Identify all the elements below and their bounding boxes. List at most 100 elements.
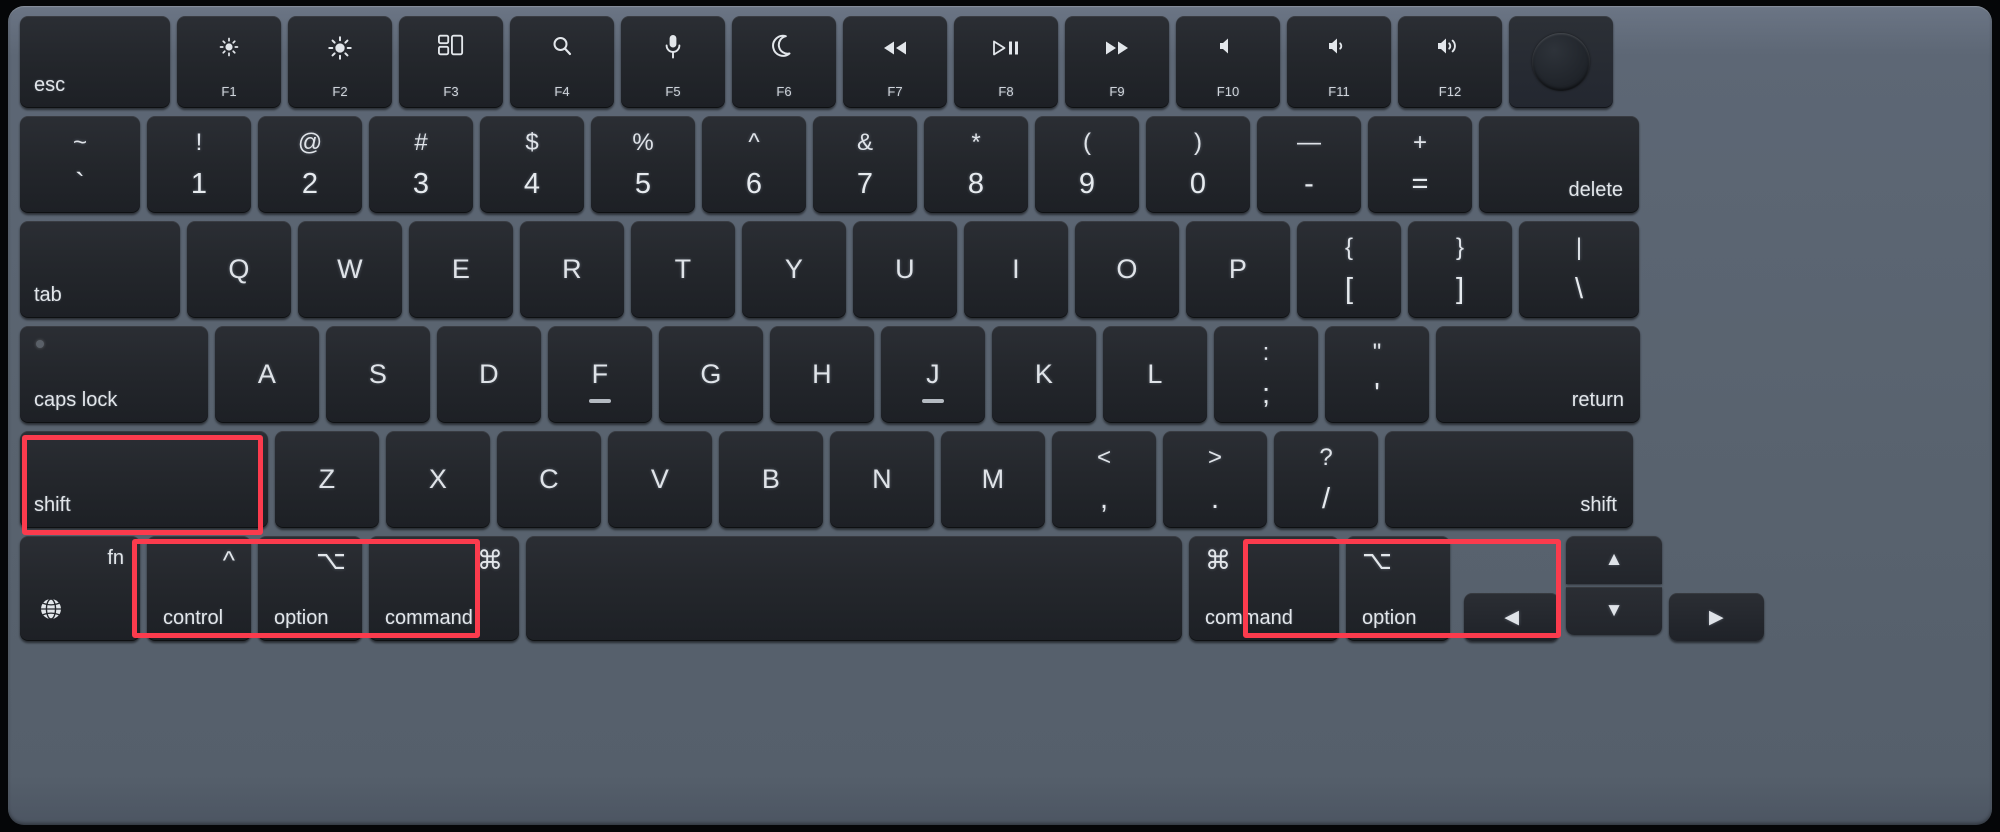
mute-icon <box>1176 34 1280 60</box>
key-3[interactable]: # 3 <box>369 116 473 213</box>
key-9[interactable]: ( 9 <box>1035 116 1139 213</box>
key-quote-shifted: " <box>1372 339 1382 366</box>
key-shift-right[interactable]: shift <box>1385 431 1633 528</box>
key-shift-left[interactable]: shift <box>20 431 268 528</box>
key-f9[interactable]: F9 <box>1065 16 1169 108</box>
key-v[interactable]: V <box>608 431 712 528</box>
key-f2[interactable]: F2 <box>288 16 392 108</box>
key-equals[interactable]: + = <box>1368 116 1472 213</box>
key-w[interactable]: W <box>298 221 402 318</box>
key-g[interactable]: G <box>659 326 763 423</box>
key-1-base: 1 <box>190 168 208 200</box>
key-1-shifted: ! <box>195 129 203 156</box>
key-f5[interactable]: F5 <box>621 16 725 108</box>
key-backslash[interactable]: | \ <box>1519 221 1639 318</box>
key-delete[interactable]: delete <box>1479 116 1639 213</box>
key-s[interactable]: S <box>326 326 430 423</box>
key-arrow-down[interactable]: ▼ <box>1566 587 1662 635</box>
key-esc[interactable]: esc <box>20 16 170 108</box>
key-p[interactable]: P <box>1186 221 1290 318</box>
arrow-down-icon: ▼ <box>1604 600 1624 621</box>
key-l[interactable]: L <box>1103 326 1207 423</box>
key-i[interactable]: I <box>964 221 1068 318</box>
key-f3[interactable]: F3 <box>399 16 503 108</box>
key-f8[interactable]: F8 <box>954 16 1058 108</box>
key-5[interactable]: % 5 <box>591 116 695 213</box>
key-slash[interactable]: ? / <box>1274 431 1378 528</box>
key-command-left[interactable]: ⌘ command <box>369 536 519 641</box>
mission-control-icon <box>399 34 503 60</box>
key-v-label: V <box>650 464 670 494</box>
key-c[interactable]: C <box>497 431 601 528</box>
key-x[interactable]: X <box>386 431 490 528</box>
key-space[interactable] <box>526 536 1182 641</box>
key-y[interactable]: Y <box>742 221 846 318</box>
key-0[interactable]: ) 0 <box>1146 116 1250 213</box>
key-comma[interactable]: < , <box>1052 431 1156 528</box>
key-arrow-left[interactable]: ◀ <box>1464 593 1560 641</box>
key-f4[interactable]: F4 <box>510 16 614 108</box>
key-return[interactable]: return <box>1436 326 1640 423</box>
key-1[interactable]: ! 1 <box>147 116 251 213</box>
key-option-left[interactable]: ⌥ option <box>258 536 362 641</box>
key-command-right[interactable]: ⌘ command <box>1189 536 1339 641</box>
key-tab[interactable]: tab <box>20 221 180 318</box>
key-control-left[interactable]: ^ control <box>147 536 251 641</box>
key-n-label: N <box>872 464 892 494</box>
key-f7[interactable]: F7 <box>843 16 947 108</box>
key-f11[interactable]: F11 <box>1287 16 1391 108</box>
key-a[interactable]: A <box>215 326 319 423</box>
key-f7-label: F7 <box>887 84 903 99</box>
key-7[interactable]: & 7 <box>813 116 917 213</box>
key-0-base: 0 <box>1189 168 1207 200</box>
key-minus[interactable]: — - <box>1257 116 1361 213</box>
key-backtick[interactable]: ~ ` <box>20 116 140 213</box>
key-q[interactable]: Q <box>187 221 291 318</box>
fast-forward-icon <box>1065 34 1169 60</box>
key-m[interactable]: M <box>941 431 1045 528</box>
key-4[interactable]: $ 4 <box>480 116 584 213</box>
key-f12[interactable]: F12 <box>1398 16 1502 108</box>
key-d[interactable]: D <box>437 326 541 423</box>
key-h[interactable]: H <box>770 326 874 423</box>
keyboard-screenshot: esc F1 F2 F3 F4 F5 F6 F7 F8 F9 F10 F11 F… <box>0 0 2000 832</box>
key-f11-label: F11 <box>1328 84 1350 99</box>
key-option-symbol: ⌥ <box>316 545 346 575</box>
key-caps-lock[interactable]: caps lock <box>20 326 208 423</box>
key-z[interactable]: Z <box>275 431 379 528</box>
key-o[interactable]: O <box>1075 221 1179 318</box>
key-bracket-right[interactable]: } ] <box>1408 221 1512 318</box>
key-arrow-up[interactable]: ▲ <box>1566 536 1662 584</box>
key-k[interactable]: K <box>992 326 1096 423</box>
brightness-down-icon <box>177 34 281 64</box>
key-f1[interactable]: F1 <box>177 16 281 108</box>
key-quote[interactable]: " ' <box>1325 326 1429 423</box>
key-t[interactable]: T <box>631 221 735 318</box>
key-8[interactable]: * 8 <box>924 116 1028 213</box>
key-shift-right-label: shift <box>1580 494 1617 516</box>
key-b[interactable]: B <box>719 431 823 528</box>
key-r[interactable]: R <box>520 221 624 318</box>
key-r-label: R <box>562 254 582 284</box>
key-j[interactable]: J <box>881 326 985 423</box>
key-period[interactable]: > . <box>1163 431 1267 528</box>
key-f10[interactable]: F10 <box>1176 16 1280 108</box>
key-option-right[interactable]: ⌥ option <box>1346 536 1450 641</box>
key-u[interactable]: U <box>853 221 957 318</box>
key-t-label: T <box>674 254 692 284</box>
key-arrow-right[interactable]: ▶ <box>1668 593 1764 641</box>
key-bracket-left[interactable]: { [ <box>1297 221 1401 318</box>
key-touch-id-power[interactable] <box>1509 16 1613 108</box>
key-e[interactable]: E <box>409 221 513 318</box>
key-fn-globe[interactable]: fn <box>20 536 140 641</box>
key-6[interactable]: ^ 6 <box>702 116 806 213</box>
key-semicolon[interactable]: : ; <box>1214 326 1318 423</box>
key-f[interactable]: F <box>548 326 652 423</box>
key-f-label: F <box>591 359 609 389</box>
key-quote-base: ' <box>1374 378 1380 410</box>
key-y-label: Y <box>784 254 804 284</box>
key-2[interactable]: @ 2 <box>258 116 362 213</box>
key-f6[interactable]: F6 <box>732 16 836 108</box>
key-slash-base: / <box>1321 483 1331 515</box>
key-n[interactable]: N <box>830 431 934 528</box>
